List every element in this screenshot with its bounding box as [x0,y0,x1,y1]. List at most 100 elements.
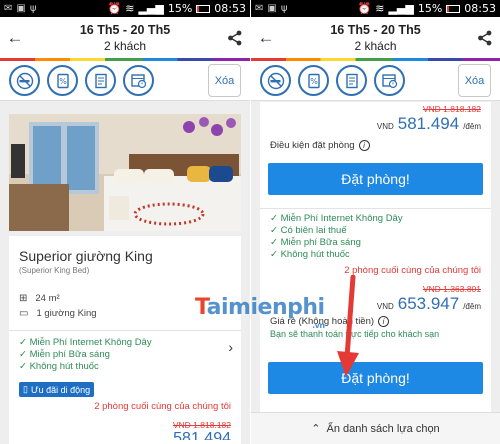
receipt-icon[interactable] [336,65,367,96]
no-smoking-icon[interactable] [9,65,40,96]
amenity-item: ✓ Có biên lai thuế [270,225,347,236]
mail-icon: ✉ [255,3,264,14]
back-arrow-icon[interactable]: ← [251,28,281,48]
status-bar: ✉ ▣ ψ ⏰ ≋ ▂▄▆ 15% 08:53 [251,0,500,17]
battery-percent: 15% [167,2,193,15]
right-screen: ✉ ▣ ψ ⏰ ≋ ▂▄▆ 15% 08:53 ← 16 Th5 - 20 Th… [250,0,500,444]
offer-price: VND 653.947 /đêm [270,294,481,314]
partial-price: 581.494 [173,430,231,440]
clear-filters-button[interactable]: Xóa [208,64,241,97]
clear-filters-button[interactable]: Xóa [458,64,491,97]
original-price: VND 1.363.801 [422,284,481,294]
room-photo[interactable] [9,114,241,231]
price-unit: /đêm [463,122,481,131]
app-header: ← 16 Th5 - 20 Th5 2 khách [251,17,500,58]
battery-icon [446,4,461,13]
percent-tag-icon[interactable]: % [47,65,78,96]
chevron-right-icon[interactable]: › [228,339,233,355]
battery-icon [196,4,211,13]
room-beds-row: ▭ 1 giường King [19,306,231,321]
hide-options-button[interactable]: ⌃ Ẩn danh sách lựa chọn [251,412,500,444]
date-range: 16 Th5 - 20 Th5 [79,22,171,37]
hide-options-label: Ẩn danh sách lựa chọn [326,422,440,435]
info-icon[interactable]: i [358,140,370,151]
status-right: ⏰ ≋ ▂▄▆ 15% 08:53 [108,2,246,15]
amenity-item: ✓ Miễn phí Bữa sáng [19,349,110,360]
guest-count: 2 khách [103,38,147,53]
status-time: 08:53 [464,2,496,15]
mail-icon: ✉ [4,3,13,14]
info-icon[interactable]: i [378,316,390,327]
usb-icon: ψ [280,3,288,14]
app-header: ← 16 Th5 - 20 Th5 2 khách [0,17,250,58]
book-now-button[interactable]: Đặt phòng! [268,163,483,195]
room-area-row: ⊞ 24 m² [19,291,231,306]
divider [260,208,491,209]
signal-icon: ▂▄▆ [138,2,164,15]
status-notifications: ✉ ▣ ψ [255,3,287,14]
pay-at-hotel-note: Bạn sẽ thanh toán trực tiếp cho khách sạ… [270,329,440,339]
refund-conditions[interactable]: Giá rẻ (Không hoàn tiền) i [270,316,481,327]
room-subtitle: (Superior King Bed) [19,266,90,275]
price-unit: /đêm [463,302,481,311]
offer2-details: ✓ Miễn Phí Internet Không Dây ✓ Có biên … [260,208,491,339]
rooms-left-note: 2 phòng cuối cùng của chúng tôi [344,265,481,276]
mobile-deal-badge: ▯ Ưu đãi di động [19,382,95,397]
status-right: ⏰ ≋ ▂▄▆ 15% 08:53 [358,2,496,15]
percent-tag-icon[interactable]: % [298,65,329,96]
currency: VND [376,122,394,131]
svg-text:%: % [59,77,67,86]
filter-bar: % Xóa [251,61,500,101]
status-bar: ✉ ▣ ψ ⏰ ≋ ▂▄▆ 15% 08:53 [0,0,250,17]
room-beds: 1 giường King [36,308,97,319]
amenity-item: ✓ Không hút thuốc [270,249,350,260]
status-notifications: ✉ ▣ ψ [4,3,36,14]
price-amount: 581.494 [397,114,460,133]
offer-price: VND 581.494 /đêm [270,114,481,134]
amenity-item: ✓ Miễn Phí Internet Không Dây [270,213,403,224]
divider [9,330,241,331]
amenity-list[interactable]: ✓ Miễn Phí Internet Không Dây ✓ Miễn phí… [19,337,233,373]
image-icon: ▣ [267,3,277,14]
calendar-icon[interactable] [374,65,405,96]
annotation-arrow [337,275,359,377]
booking-conditions-label: Điều kiện đặt phòng [270,140,355,151]
book-now-button[interactable]: Đặt phòng! [268,362,483,394]
search-summary[interactable]: 16 Th5 - 20 Th5 2 khách [281,22,470,54]
search-summary[interactable]: 16 Th5 - 20 Th5 2 khách [30,22,220,54]
battery-percent: 15% [417,2,443,15]
bed-icon: ▭ [19,308,29,319]
back-arrow-icon[interactable]: ← [0,28,30,48]
price-amount: 653.947 [397,294,460,313]
amenity-item: ✓ Miễn Phí Internet Không Dây [19,337,152,348]
original-price: VND 1.818.182 [172,420,231,430]
share-icon[interactable] [220,30,250,46]
screens: ✉ ▣ ψ ⏰ ≋ ▂▄▆ 15% 08:53 ← 16 Th5 - 20 Th… [0,0,500,444]
alarm-icon: ⏰ [107,2,122,15]
status-time: 08:53 [214,2,246,15]
amenity-item: ✓ Miễn phí Bữa sáng [270,237,361,248]
chevron-up-icon: ⌃ [311,423,321,435]
original-price: VND 1.818.182 [422,104,481,114]
room-area: 24 m² [35,293,60,304]
rooms-left-note: 2 phòng cuối cùng của chúng tôi [94,401,231,412]
alarm-icon: ⏰ [357,2,372,15]
filter-bar: % Xóa [0,61,250,101]
left-screen: ✉ ▣ ψ ⏰ ≋ ▂▄▆ 15% 08:53 ← 16 Th5 - 20 Th… [0,0,250,444]
wifi-icon: ≋ [375,2,385,15]
guest-count: 2 khách [354,38,397,53]
wifi-icon: ≋ [125,2,135,15]
amenity-item: ✓ Không hút thuốc [19,361,99,372]
mobile-deal-label: Ưu đãi di động [30,384,91,395]
room-card: Superior giường King (Superior King Bed)… [9,236,241,444]
image-icon: ▣ [16,3,26,14]
booking-conditions[interactable]: Điều kiện đặt phòng i [270,140,481,151]
receipt-icon[interactable] [85,65,116,96]
calendar-icon[interactable] [123,65,154,96]
no-smoking-icon[interactable] [260,65,291,96]
currency: VND [376,302,394,311]
date-range: 16 Th5 - 20 Th5 [330,22,421,37]
room-size-icon: ⊞ [19,293,28,304]
share-icon[interactable] [470,30,500,46]
room-title: Superior giường King [19,248,153,264]
